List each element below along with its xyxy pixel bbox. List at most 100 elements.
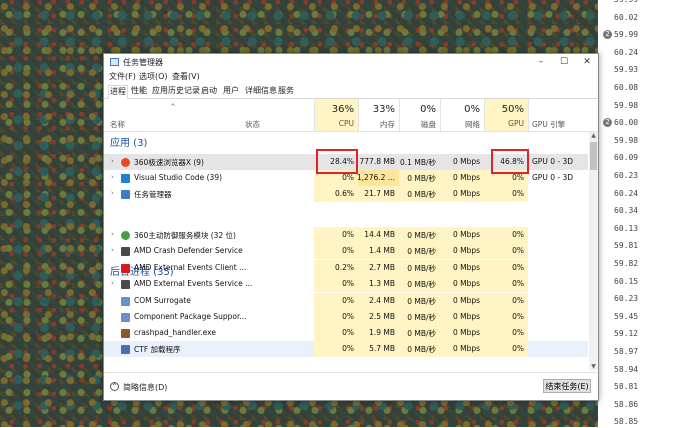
tab-app-history[interactable]: 应用历史记录 [151, 85, 201, 97]
cpu-value: 0% [342, 246, 354, 255]
gpu-value: 0% [512, 263, 524, 272]
cpu-highlight-box [316, 149, 358, 174]
fps-value: 58.97 [614, 346, 638, 358]
fps-number: 60.23 [614, 171, 639, 180]
count-badge: 2 [603, 118, 612, 128]
tab-users[interactable]: 用户 [222, 85, 240, 97]
chevron-up-circle-icon[interactable]: ^ [110, 382, 119, 391]
tab-startup[interactable]: 启动 [200, 85, 218, 97]
chevron-right-icon[interactable]: › [111, 279, 114, 287]
memory-value: 1.4 MB [369, 246, 395, 255]
process-row[interactable]: CTF 加载程序 0% 5.7 MB 0 MB/秒 0 Mbps 0% [104, 341, 588, 357]
cpu-value: 0% [342, 173, 354, 182]
chevron-right-icon[interactable]: › [111, 173, 114, 181]
scroll-up-icon[interactable]: ▲ [589, 132, 598, 139]
tab-performance[interactable]: 性能 [130, 85, 148, 97]
fps-number: 59.99 [614, 0, 638, 4]
process-name: Component Package Suppor... [134, 312, 247, 321]
chevron-right-icon[interactable]: › [111, 189, 114, 197]
column-status[interactable]: 状态 [245, 119, 260, 130]
fps-number: 58.81 [614, 382, 639, 392]
tab-services[interactable]: 服务 [277, 85, 295, 97]
menu-view[interactable]: 查看(V) [172, 71, 200, 82]
disk-value: 0 MB/秒 [407, 231, 436, 240]
fps-value: 59.82 [614, 258, 638, 270]
process-row[interactable]: crashpad_handler.exe 0% 1.9 MB 0 MB/秒 0 Mbps… [104, 325, 588, 341]
process-name: AMD External Events Client ... [134, 263, 247, 272]
column-gpu[interactable]: 50% GPU [484, 99, 528, 131]
fps-number: 58.86 [614, 399, 639, 409]
memory-value: 1,276.2 ... [356, 173, 395, 182]
service-icon [121, 247, 130, 256]
column-disk[interactable]: 0% 磁盘 [399, 99, 440, 131]
chevron-right-icon[interactable]: › [111, 230, 114, 238]
tab-details[interactable]: 详细信息 [244, 85, 278, 97]
process-row[interactable]: COM Surrogate 0% 2.4 MB 0 MB/秒 0 Mbps 0% [104, 293, 588, 309]
process-row[interactable]: › AMD External Events Service ... 0% 1.3 MB… [104, 276, 588, 292]
cpu-value: 0% [342, 230, 354, 239]
minimize-button[interactable]: – [530, 54, 552, 70]
title-bar[interactable]: 任务管理器 – ☐ ✕ [104, 54, 598, 70]
gpu-value: 0% [512, 189, 524, 198]
fps-number: 60.24 [614, 188, 639, 198]
fps-value: 60.23 [614, 170, 638, 182]
task-manager-window: 任务管理器 – ☐ ✕ 文件(F) 选项(O) 查看(V) 进程 性能 应用历史… [103, 53, 599, 401]
column-network[interactable]: 0% 网络 [440, 99, 484, 131]
column-gpu-engine[interactable]: GPU 引擎 [532, 119, 565, 130]
fps-value: 59.81 [614, 240, 638, 252]
footer-bar: ^ 简略信息(D) 结束任务(E) [104, 372, 598, 400]
fps-value: 58.81 [614, 381, 638, 393]
app-window-icon [121, 313, 130, 322]
fps-value: 59.98 [614, 100, 638, 112]
process-list: 应用 (3) 后台进程 (35) › 360极速浏览器X (9) 28.4% 777.… [104, 132, 588, 370]
process-row[interactable]: › 360主动防御服务模块 (32 位) 0% 14.4 MB 0 MB/秒 0 Mbps… [104, 227, 588, 243]
chevron-right-icon[interactable]: › [111, 157, 114, 165]
process-row[interactable]: Component Package Suppor... 0% 2.5 MB 0 MB/… [104, 309, 588, 325]
network-value: 0 Mbps [452, 296, 480, 305]
disk-value: 0.1 MB/秒 [400, 158, 436, 167]
process-name: 任务管理器 [134, 190, 172, 199]
close-button[interactable]: ✕ [576, 54, 598, 70]
fps-number: 59.81 [614, 241, 639, 251]
column-memory[interactable]: 33% 内存 [358, 99, 399, 131]
fps-value: 59.99 [614, 0, 638, 6]
scroll-thumb[interactable] [590, 142, 597, 170]
fps-number: 59.82 [614, 259, 639, 268]
fewer-details-link[interactable]: 简略信息(D) [123, 382, 167, 393]
fps-number: 60.00 [614, 118, 639, 128]
gpu-value: 0% [512, 230, 524, 239]
process-row[interactable]: › 任务管理器 0.6% 21.7 MB 0 MB/秒 0 Mbps 0% [104, 186, 588, 202]
process-row[interactable]: AMD External Events Client ... 0.2% 2.7 MB… [104, 260, 588, 276]
process-name: CTF 加载程序 [134, 345, 181, 354]
fps-value: 58.85 [614, 416, 638, 428]
fps-value: 59.45 [614, 311, 638, 323]
fps-value: 2 59.99 [603, 29, 639, 41]
process-row[interactable]: › AMD Crash Defender Service 0% 1.4 MB 0 MB/… [104, 243, 588, 259]
vertical-scrollbar[interactable]: ▲ ▼ [589, 132, 598, 370]
memory-value: 2.7 MB [369, 263, 395, 272]
menu-file[interactable]: 文件(F) [109, 71, 136, 82]
gpu-value: 0% [512, 296, 524, 305]
end-task-button[interactable]: 结束任务(E) [543, 379, 591, 393]
chevron-right-icon[interactable]: › [111, 246, 114, 254]
tab-processes[interactable]: 进程 [108, 85, 128, 99]
fps-number: 60.13 [614, 223, 639, 233]
memory-value: 1.9 MB [369, 328, 395, 337]
column-name[interactable]: 名称 [110, 119, 125, 130]
maximize-button[interactable]: ☐ [553, 54, 575, 70]
fps-value: 58.94 [614, 364, 638, 376]
shield-360-icon [121, 231, 130, 240]
menu-options[interactable]: 选项(O) [139, 71, 168, 82]
cpu-value: 0% [342, 279, 354, 288]
scroll-down-icon[interactable]: ▼ [589, 363, 598, 370]
network-total-value: 0% [464, 104, 480, 115]
fps-value: 60.09 [614, 152, 638, 164]
vscode-icon [121, 174, 130, 183]
fps-number: 59.99 [614, 30, 639, 40]
column-cpu[interactable]: 36% CPU [314, 99, 358, 131]
fps-value: 59.93 [614, 64, 638, 76]
gpu-label: GPU [508, 119, 524, 128]
section-apps[interactable]: 应用 (3) [110, 134, 147, 149]
fps-value: 60.02 [614, 12, 638, 24]
column-header-row: ^ 名称 状态 36% CPU 33% 内存 0% 磁盘 0% 网络 50% G… [104, 99, 598, 132]
